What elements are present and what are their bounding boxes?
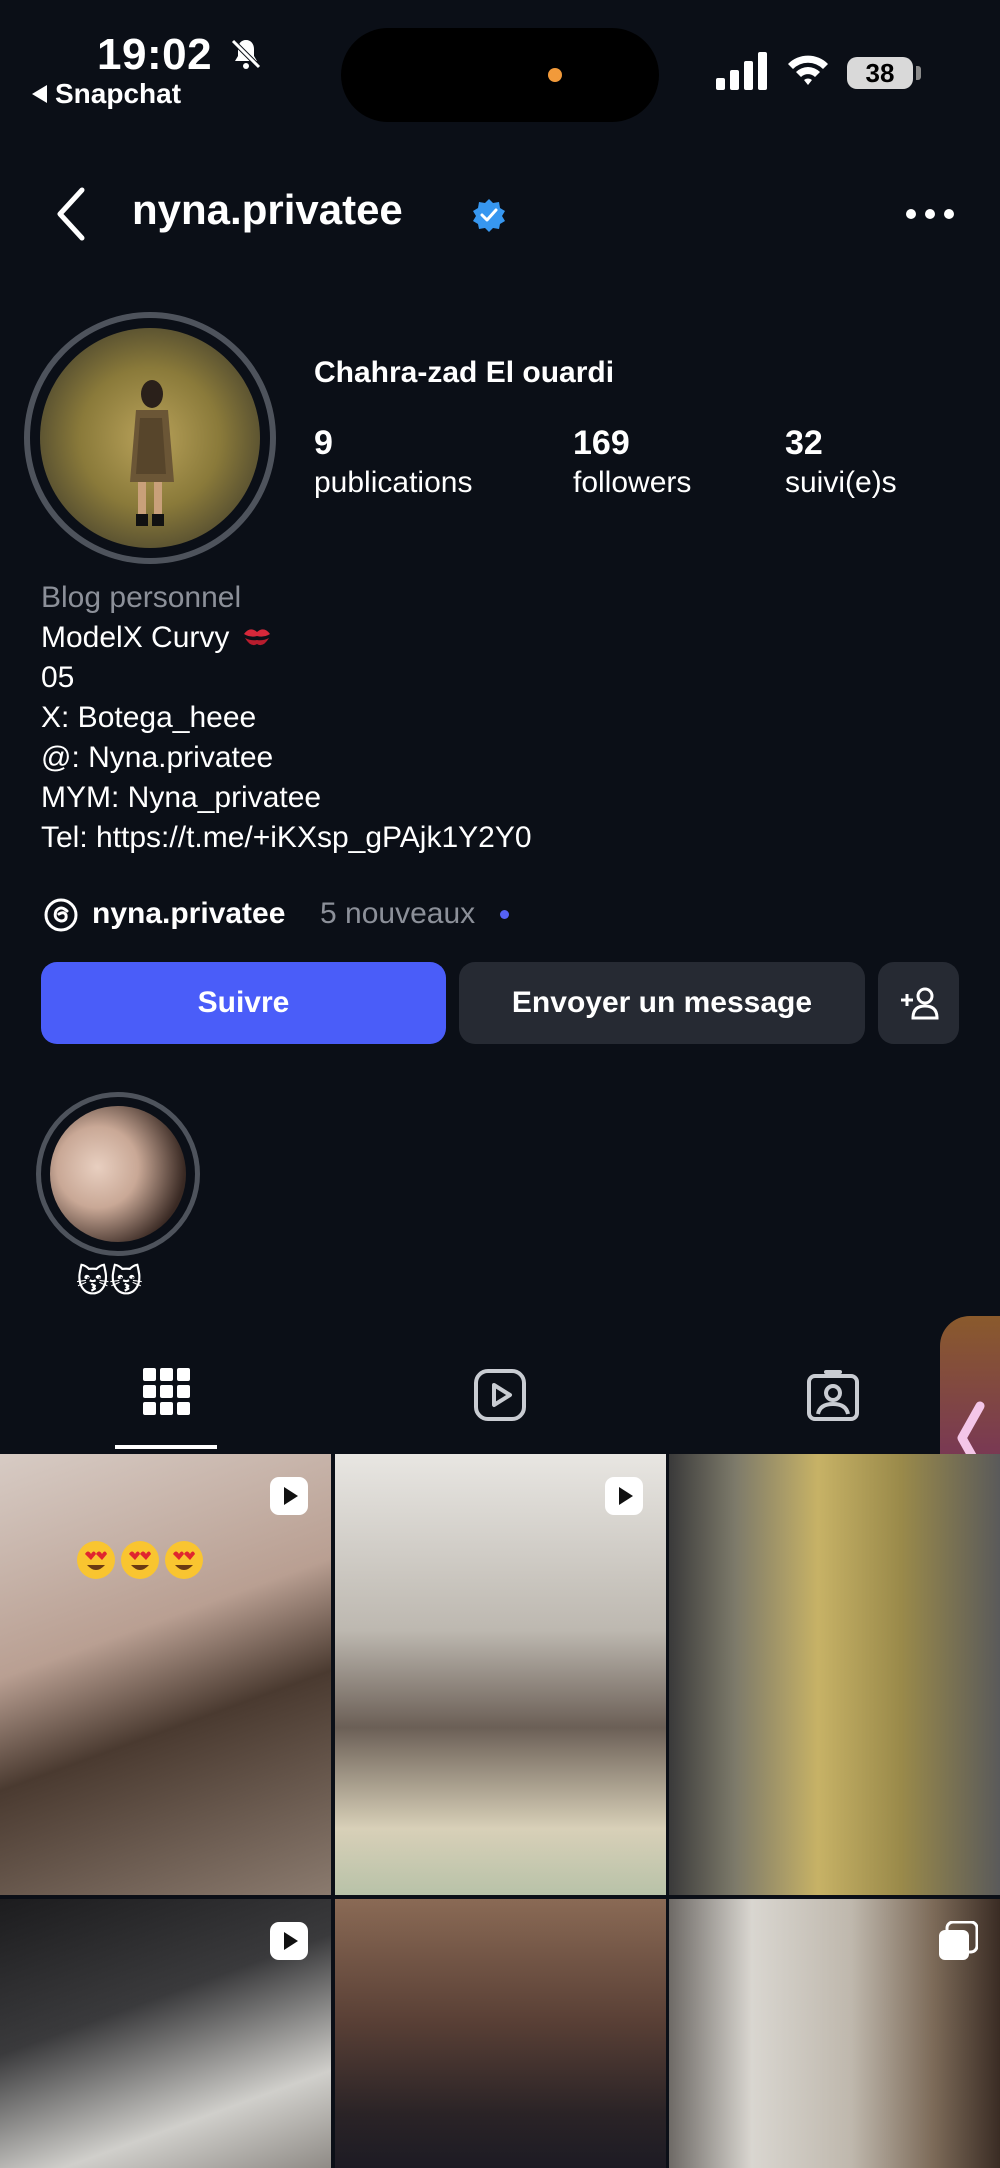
- threads-icon[interactable]: [43, 897, 79, 933]
- post-thumbnail[interactable]: [669, 1454, 1000, 1895]
- reel-badge-icon: [605, 1477, 643, 1515]
- more-dots-icon[interactable]: [905, 208, 955, 220]
- highlight-cover[interactable]: [50, 1106, 186, 1242]
- cellular-signal-icon: [716, 52, 767, 90]
- message-button[interactable]: Envoyer un message: [459, 962, 865, 1044]
- add-person-icon: [900, 987, 939, 1020]
- bell-slash-icon: [231, 39, 261, 69]
- bio-line: 05: [41, 661, 75, 694]
- dynamic-island: [341, 28, 659, 122]
- posts-count[interactable]: 9: [314, 424, 333, 463]
- profile-username: nyna.privatee: [132, 186, 403, 233]
- emoji-overlay: [76, 1540, 204, 1580]
- bio-link[interactable]: Tel: https://t.me/+iKXsp_gPAjk1Y2Y0: [41, 818, 532, 858]
- profile-category: Blog personnel: [41, 581, 242, 614]
- post-thumbnail[interactable]: [335, 1454, 666, 1895]
- following-count[interactable]: 32: [785, 424, 823, 463]
- privacy-dot: [548, 68, 562, 82]
- avatar[interactable]: [40, 328, 260, 548]
- highlight-label[interactable]: 😽😽: [76, 1262, 143, 1300]
- heart-eyes-emoji-icon: [165, 1541, 203, 1579]
- followers-count[interactable]: 169: [573, 424, 630, 463]
- bio-line: @: Nyna.privatee: [41, 741, 274, 774]
- back-chevron-icon[interactable]: [52, 184, 92, 244]
- heart-eyes-emoji-icon: [77, 1541, 115, 1579]
- reel-badge-icon: [270, 1477, 308, 1515]
- avatar-person-figure: [130, 380, 174, 526]
- heart-eyes-emoji-icon: [121, 1541, 159, 1579]
- bio-line: X: Botega_heee: [41, 701, 257, 734]
- battery-tip: [916, 66, 921, 80]
- post-thumbnail[interactable]: [335, 1899, 666, 2168]
- carousel-badge-icon: [939, 1921, 978, 1960]
- threads-username[interactable]: nyna.privatee: [92, 897, 285, 931]
- post-thumbnail[interactable]: [669, 1899, 1000, 2168]
- followers-label[interactable]: followers: [573, 466, 691, 500]
- grid-icon[interactable]: [143, 1368, 191, 1416]
- reels-icon[interactable]: [473, 1368, 527, 1422]
- following-label[interactable]: suivi(e)s: [785, 466, 897, 500]
- follow-button[interactable]: Suivre: [41, 962, 446, 1044]
- threads-new-dot: [500, 910, 509, 919]
- suggest-users-button[interactable]: [878, 962, 959, 1044]
- back-app-label: Snapchat: [55, 78, 182, 109]
- bio-line: ModelX Curvy: [41, 618, 272, 658]
- post-thumbnail[interactable]: [0, 1899, 331, 2168]
- active-tab-indicator: [115, 1445, 217, 1449]
- verified-badge-icon: [473, 199, 505, 232]
- kiss-mark-icon: [243, 629, 270, 646]
- full-name: Chahra-zad El ouardi: [314, 356, 615, 389]
- battery-icon: 38: [847, 57, 913, 89]
- bio-line-text: ModelX Curvy: [41, 621, 230, 654]
- back-triangle-icon: [32, 85, 47, 103]
- posts-label[interactable]: publications: [314, 466, 472, 500]
- back-to-app[interactable]: Snapchat: [32, 78, 181, 110]
- tagged-icon[interactable]: [806, 1368, 860, 1422]
- status-time: 19:02: [97, 30, 213, 79]
- threads-new-count[interactable]: 5 nouveaux: [320, 897, 475, 931]
- wifi-icon: [788, 55, 828, 85]
- reel-badge-icon: [270, 1922, 308, 1960]
- post-thumbnail[interactable]: [0, 1454, 331, 1895]
- bio-line: MYM: Nyna_privatee: [41, 781, 322, 814]
